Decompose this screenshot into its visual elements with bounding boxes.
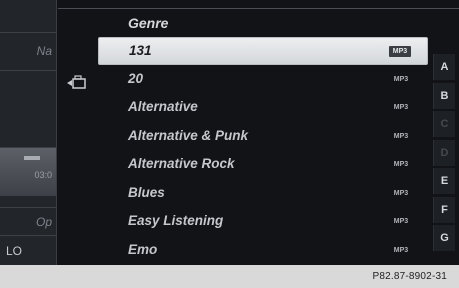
genre-label: 20 bbox=[128, 70, 144, 86]
left-menu-cell-gap bbox=[0, 196, 56, 208]
left-menu-cell-top bbox=[0, 0, 56, 33]
alphabet-letter-d[interactable]: D bbox=[433, 139, 455, 166]
page-title: Genre bbox=[128, 15, 169, 31]
list-item[interactable]: Emo MP3 bbox=[98, 237, 428, 265]
list-item[interactable]: Alternative & Punk MP3 bbox=[98, 123, 428, 151]
list-item[interactable]: Blues MP3 bbox=[98, 180, 428, 208]
genre-label: Emo bbox=[128, 241, 158, 257]
genre-label: Easy Listening bbox=[128, 213, 224, 228]
alphabet-letter-a[interactable]: A bbox=[433, 54, 455, 80]
mp3-format-icon: MP3 bbox=[393, 75, 409, 83]
left-menu-time: 03:0 bbox=[34, 170, 52, 180]
left-menu-item-options[interactable]: Op bbox=[0, 208, 56, 236]
mp3-format-icon: MP3 bbox=[393, 132, 409, 140]
mp3-format-icon: MP3 bbox=[393, 161, 409, 168]
alphabet-letter-f[interactable]: F bbox=[433, 196, 455, 223]
folder-back-icon[interactable] bbox=[66, 75, 88, 91]
mp3-format-icon: MP3 bbox=[393, 189, 409, 197]
left-menu-strip: Na 03:0 Op LO bbox=[0, 0, 57, 265]
genre-label: Alternative bbox=[128, 99, 198, 114]
mp3-format-icon: MP3 bbox=[393, 218, 409, 225]
list-item[interactable]: 131 MP3 bbox=[98, 37, 428, 65]
left-menu-item-navi[interactable]: Na bbox=[0, 33, 56, 71]
head-unit-screen: Na 03:0 Op LO Genre 131 MP3 20 MP3 Alternati… bbox=[0, 0, 459, 265]
genre-label: Alternative Rock bbox=[128, 156, 235, 171]
left-menu-label-navi: Na bbox=[36, 44, 52, 58]
minus-icon bbox=[24, 156, 40, 160]
left-menu-cell-blank bbox=[0, 71, 56, 148]
mp3-format-icon: MP3 bbox=[389, 46, 411, 57]
genre-label: 131 bbox=[129, 43, 152, 58]
list-item[interactable]: Alternative MP3 bbox=[98, 94, 428, 122]
left-menu-label-lo: LO bbox=[6, 244, 23, 258]
image-reference-code: P82.87-8902-31 bbox=[0, 265, 459, 288]
left-menu-media-block[interactable]: 03:0 bbox=[0, 148, 56, 196]
list-item[interactable]: 20 MP3 bbox=[98, 66, 428, 94]
left-menu-label-options: Op bbox=[35, 215, 52, 229]
genre-list-panel: Genre 131 MP3 20 MP3 Alternative MP3 Alternati… bbox=[58, 8, 459, 265]
alphabet-letter-c[interactable]: C bbox=[433, 111, 455, 137]
genre-label: Alternative & Punk bbox=[128, 127, 249, 143]
genre-label: Blues bbox=[128, 184, 165, 200]
alphabet-letter-g[interactable]: G bbox=[433, 225, 455, 251]
list-item[interactable]: Easy Listening MP3 bbox=[98, 208, 428, 236]
alphabet-index: ABCDEFG bbox=[427, 54, 459, 265]
alphabet-letter-b[interactable]: B bbox=[433, 82, 455, 109]
left-menu-item-lo[interactable]: LO bbox=[0, 236, 56, 265]
mp3-format-icon: MP3 bbox=[393, 104, 409, 111]
list-item[interactable]: Alternative Rock MP3 bbox=[98, 151, 428, 179]
alphabet-letter-e[interactable]: E bbox=[433, 168, 455, 194]
mp3-format-icon: MP3 bbox=[393, 246, 409, 254]
